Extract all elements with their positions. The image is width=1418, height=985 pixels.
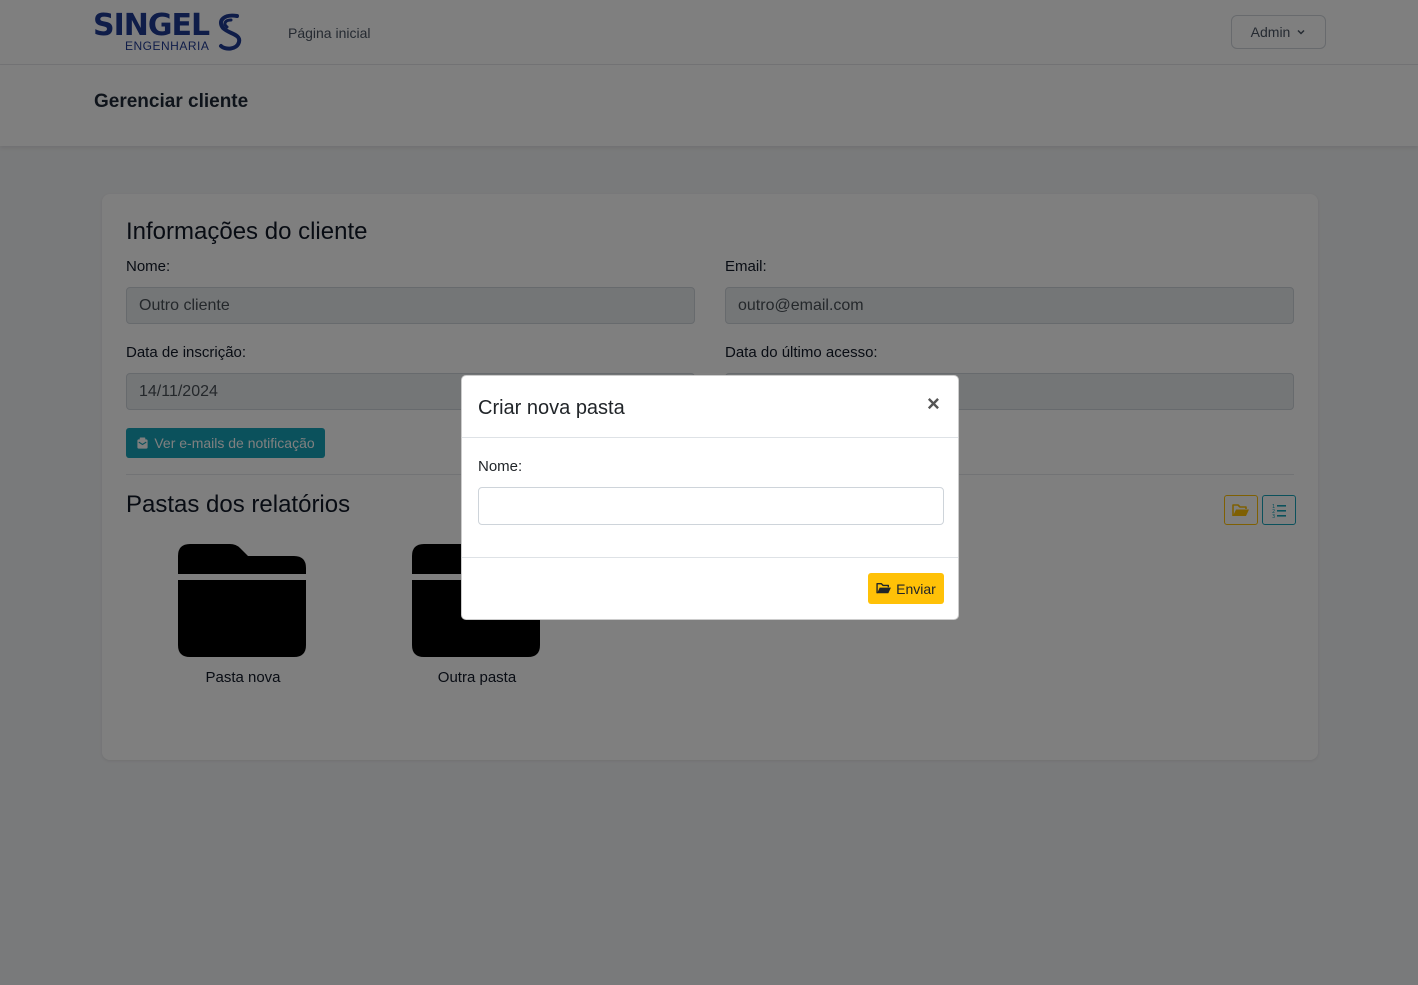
folder-name-input[interactable] xyxy=(478,487,944,525)
create-folder-modal: Criar nova pasta × Nome: Enviar xyxy=(461,375,959,620)
folder-open-icon xyxy=(876,583,892,594)
modal-footer-divider xyxy=(462,557,958,558)
submit-button[interactable]: Enviar xyxy=(868,573,944,604)
modal-title: Criar nova pasta xyxy=(478,397,625,419)
submit-button-label: Enviar xyxy=(896,580,936,597)
folder-name-label: Nome: xyxy=(478,458,523,475)
close-icon[interactable]: × xyxy=(927,393,940,415)
modal-header: Criar nova pasta × xyxy=(462,376,958,438)
